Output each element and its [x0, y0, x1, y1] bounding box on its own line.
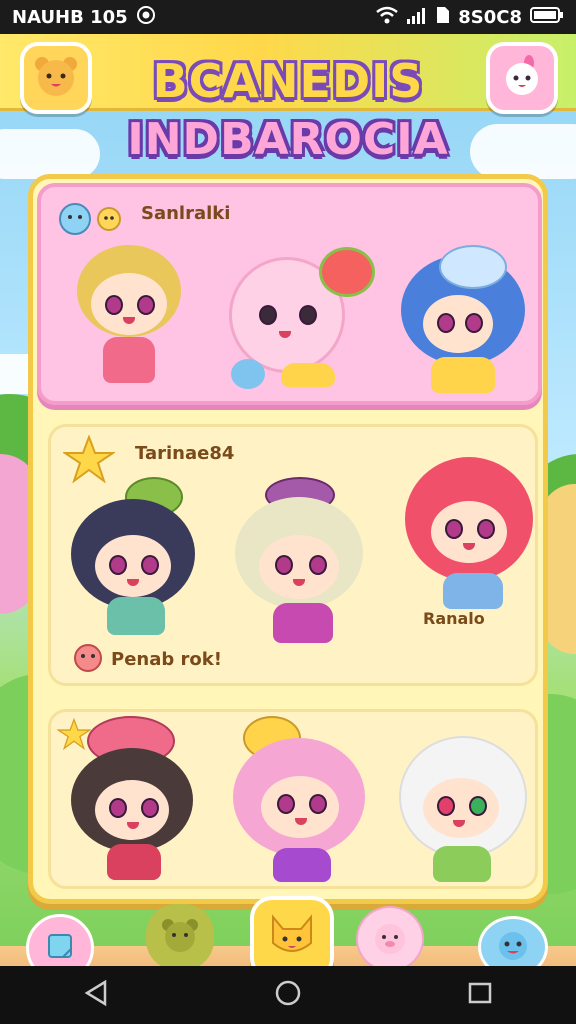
mini-mascots-icon: [55, 197, 125, 241]
signal-icon: [406, 6, 428, 29]
character-cream-hair[interactable]: [231, 477, 371, 647]
status-left-text: NAUHB 105: [12, 6, 128, 28]
recents-icon: [465, 978, 495, 1012]
home-icon: [273, 978, 303, 1012]
system-nav-bar: [0, 966, 576, 1024]
game-scene: BCANEDIS INDBAROCIA Sanlralki Tarinae84 …: [0, 34, 576, 966]
back-button[interactable]: [76, 975, 116, 1015]
sim-icon: [436, 6, 450, 29]
battery-icon: [530, 6, 564, 29]
character-pink-cat[interactable]: [221, 247, 375, 397]
back-icon: [81, 978, 111, 1012]
caption-right: Ranalo: [423, 609, 485, 628]
recents-button[interactable]: [460, 975, 500, 1015]
character-board: Sanlralki Tarinae84 Penab rok! Ranalo: [28, 174, 548, 904]
game-title-line1: BCANEDIS: [152, 54, 424, 108]
character-pink-curly[interactable]: [225, 716, 375, 886]
section-label: Tarinae84: [135, 443, 235, 464]
blue-mascot-icon: [493, 928, 533, 966]
character-section: [48, 709, 538, 889]
status-bar: NAUHB 105 8S0C8: [0, 0, 576, 34]
pig-icon: [71, 642, 105, 676]
home-button[interactable]: [268, 975, 308, 1015]
status-right-text: 8S0C8: [458, 6, 522, 28]
note-icon: [45, 931, 75, 965]
cat-face-icon: [267, 913, 317, 963]
pig-button[interactable]: [356, 906, 424, 966]
pig-icon: [370, 919, 410, 959]
bear-icon: [160, 917, 200, 957]
bear-button[interactable]: [146, 904, 214, 966]
caption-left: Penab rok!: [111, 649, 222, 670]
character-section: Sanlralki: [37, 183, 542, 405]
character-dark-hair[interactable]: [69, 477, 199, 637]
home-cat-button[interactable]: [250, 896, 334, 966]
character-section: Tarinae84 Penab rok! Ranalo: [48, 424, 538, 686]
character-red-hair[interactable]: [399, 447, 539, 617]
character-blonde-girl[interactable]: [69, 245, 189, 395]
character-blue-hair[interactable]: [401, 245, 531, 395]
character-white-hair[interactable]: [391, 726, 531, 886]
blue-mascot-button[interactable]: [478, 916, 548, 966]
character-mushroom-hat[interactable]: [65, 716, 205, 886]
game-title-line2: INDBAROCIA: [127, 114, 449, 165]
note-button[interactable]: [26, 914, 94, 966]
section-label: Sanlralki: [141, 203, 231, 224]
wifi-icon: [376, 6, 399, 29]
target-icon: [136, 5, 156, 30]
